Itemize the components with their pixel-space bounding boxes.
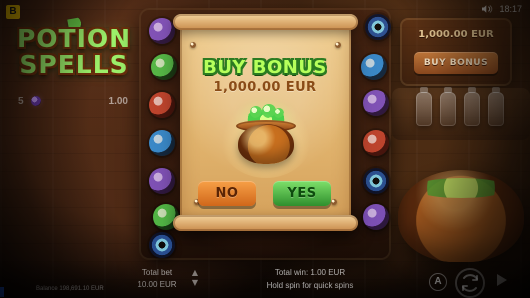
purple-potion-icon [363,204,389,230]
bet-arrows[interactable]: ▲ ▼ [190,268,200,292]
clock: 18:17 [499,4,522,14]
big-cauldron-icon [398,170,524,262]
balance: Balance 198,691.10 EUR [36,286,104,292]
bottle-icon [464,87,480,126]
blue-potion-icon [149,130,175,156]
spin-icon[interactable] [455,268,485,298]
eye-symbol-icon [365,14,391,40]
cauldron-icon [220,100,312,178]
left-info: 5 1.00 [18,95,128,109]
modal-amount: 1,000.00 EUR [213,80,317,95]
left-info-count: 5 [18,95,42,109]
purple-potion-icon [149,18,175,44]
bottle-icon [488,87,504,126]
left-info-count-value: 5 [18,96,24,107]
no-button[interactable]: NO [198,181,256,206]
spin-hint: Hold spin for quick spins [266,281,354,290]
eye-symbol-icon [149,232,175,258]
logo-line-1: POTION [16,24,132,53]
purple-potion-icon [31,96,42,107]
pin-icon [331,199,337,205]
eye-symbol-icon [363,168,389,194]
total-win: Total win: 1.00 EUR [274,268,346,277]
bottle-icon [416,87,432,126]
total-bet-label: Total bet [141,268,173,277]
autoplay-icon[interactable]: A [429,273,447,291]
play-icon[interactable] [497,274,507,286]
pin-icon [335,42,341,48]
bottle-icon [440,87,456,126]
buy-bonus-panel-price: 1,000.00 EUR [418,29,494,40]
left-edge-indicator [0,287,4,297]
brand-badge: B [6,5,20,19]
modal-title: BUY BONUS [203,57,327,78]
red-potion-icon [363,130,389,156]
left-info-multiplier: 1.00 [108,96,128,107]
status-bar: 18:17 [481,3,522,15]
total-bet-value: 10.00 EUR [137,280,177,289]
bubble-icon [274,108,284,118]
bubble-icon [250,106,262,118]
cauldron-body [238,124,294,164]
pin-icon [190,42,196,48]
yes-button[interactable]: YES [273,181,331,206]
sound-icon[interactable] [481,4,493,14]
purple-potion-icon [149,168,175,194]
